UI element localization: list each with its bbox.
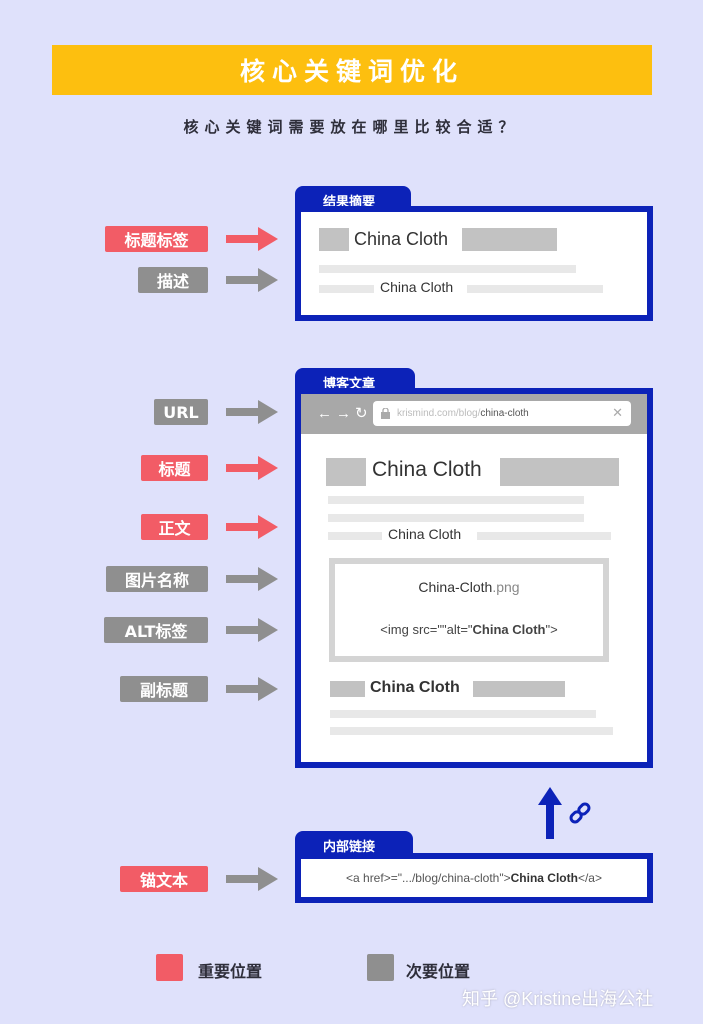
blog-title-keyword: China Cloth xyxy=(372,458,482,481)
text-line xyxy=(477,532,611,540)
address-bar[interactable]: krismind.com/blog/china-cloth ✕ xyxy=(373,401,631,426)
placeholder-block xyxy=(326,458,366,486)
legend-swatch-secondary xyxy=(367,954,394,981)
code-keyword: China Cloth xyxy=(510,871,578,885)
arrow-right-icon xyxy=(226,567,278,591)
arrow-right-icon xyxy=(226,268,278,292)
label-title-tag: 标题标签 xyxy=(105,226,208,252)
url-prefix: krismind.com/blog/ xyxy=(397,408,481,419)
text-line xyxy=(328,532,382,540)
watermark: 知乎 @Kristine出海公社 xyxy=(462,989,654,1009)
text-line xyxy=(467,285,603,293)
browser-toolbar: ←→↻ krismind.com/blog/china-cloth ✕ xyxy=(301,394,647,434)
forward-icon[interactable]: → xyxy=(336,405,355,422)
blog-subtitle-keyword: China Cloth xyxy=(370,679,460,696)
text-line xyxy=(330,710,596,718)
arrow-right-icon xyxy=(226,227,278,251)
arrow-right-icon xyxy=(226,515,278,539)
alt-keyword: China Cloth xyxy=(472,622,546,637)
link-panel: <a href>=".../blog/china-cloth">China Cl… xyxy=(295,853,653,903)
link-icon xyxy=(569,802,591,824)
image-filename: China-Cloth.png xyxy=(335,579,603,595)
browser-nav: ←→↻ xyxy=(317,404,372,422)
page-subtitle: 核心关键词需要放在哪里比较合适？ xyxy=(183,118,520,136)
back-icon[interactable]: ← xyxy=(317,405,336,422)
placeholder-block xyxy=(319,228,349,251)
refresh-icon[interactable]: ↻ xyxy=(355,405,372,422)
blog-body-keyword: China Cloth xyxy=(388,526,462,542)
title-banner: 核心关键词优化 xyxy=(52,45,652,95)
page-title: 核心关键词优化 xyxy=(239,57,464,86)
image-name-ext: .png xyxy=(492,579,520,595)
label-description: 描述 xyxy=(138,267,208,293)
placeholder-block xyxy=(330,681,365,697)
label-anchor-text: 锚文本 xyxy=(120,866,208,892)
arrow-right-icon xyxy=(226,677,278,701)
label-alt-tag: ALT标签 xyxy=(104,617,208,643)
code-suffix: </a> xyxy=(577,871,602,885)
link-code: <a href>=".../blog/china-cloth">China Cl… xyxy=(346,871,602,885)
placeholder-block xyxy=(462,228,557,251)
blog-panel: ←→↻ krismind.com/blog/china-cloth ✕ Chin… xyxy=(295,388,653,768)
close-icon[interactable]: ✕ xyxy=(612,405,623,421)
label-body: 正文 xyxy=(141,514,208,540)
alt-suffix: "> xyxy=(545,622,558,637)
serp-desc-keyword: China Cloth xyxy=(380,279,454,295)
serp-title-keyword: China Cloth xyxy=(354,229,449,249)
text-line xyxy=(328,496,584,504)
legend-label-important: 重要位置 xyxy=(198,962,263,981)
code-prefix: <a href>=".../blog/china-cloth"> xyxy=(346,871,511,885)
legend-label-secondary: 次要位置 xyxy=(406,962,471,981)
image-alt-code: <img src=""alt="China Cloth"> xyxy=(335,622,603,637)
label-heading: 标题 xyxy=(141,455,208,481)
legend-swatch-important xyxy=(156,954,183,981)
url-path: china-cloth xyxy=(480,408,529,419)
lock-icon xyxy=(381,408,390,419)
image-name-bold: China-Cloth xyxy=(418,579,493,595)
arrow-right-icon xyxy=(226,456,278,480)
image-placeholder: China-Cloth.png <img src=""alt="China Cl… xyxy=(329,558,609,662)
label-url: URL xyxy=(154,399,208,425)
text-line xyxy=(328,514,584,522)
label-image-name: 图片名称 xyxy=(106,566,208,592)
arrow-right-icon xyxy=(226,867,278,891)
label-subheading: 副标题 xyxy=(120,676,208,702)
text-line xyxy=(319,285,374,293)
serp-panel: China Cloth China Cloth xyxy=(295,206,653,321)
arrow-up-icon xyxy=(538,787,562,839)
text-line xyxy=(330,727,613,735)
arrow-right-icon xyxy=(226,400,278,424)
arrow-right-icon xyxy=(226,618,278,642)
placeholder-block xyxy=(500,458,619,486)
alt-prefix: <img src=""alt=" xyxy=(380,622,473,637)
placeholder-block xyxy=(473,681,565,697)
text-line xyxy=(319,265,576,273)
